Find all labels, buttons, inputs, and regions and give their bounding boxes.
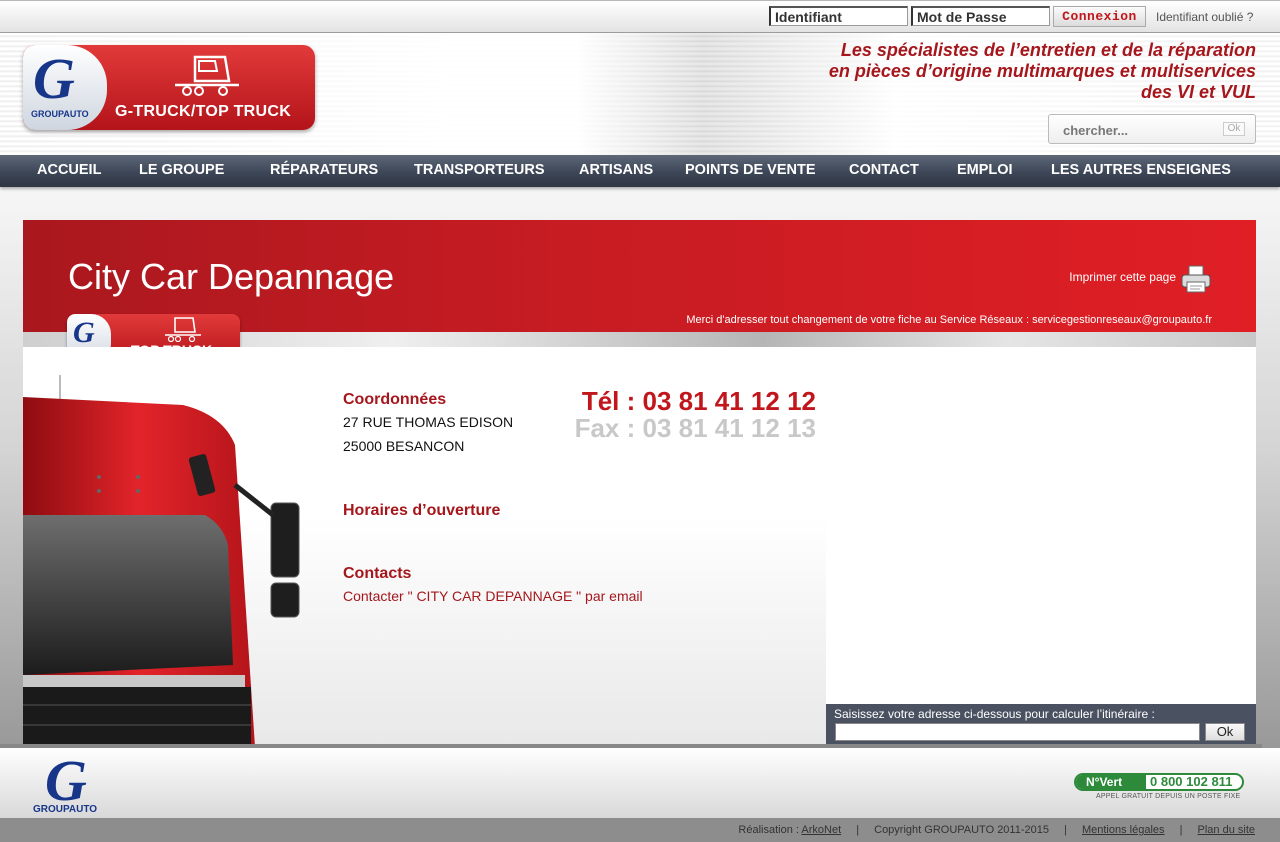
nvert-number: 0 800 102 811 <box>1150 774 1233 789</box>
nav-artisans[interactable]: ARTISANS <box>579 155 653 187</box>
copyright: Copyright GROUPAUTO 2011-2015 <box>874 824 1049 836</box>
nav-transporteurs[interactable]: TRANSPORTEURS <box>414 155 545 187</box>
fax-number: Fax : 03 81 41 12 13 <box>574 413 816 443</box>
coordonnees-title: Coordonnées <box>343 391 447 408</box>
route-ok-button[interactable]: Ok <box>1205 723 1245 741</box>
nav-accueil[interactable]: ACCUEIL <box>37 155 101 187</box>
logo-text: G-TRUCK/TOP TRUCK <box>115 103 292 120</box>
route-label: Saisissez votre adresse ci-dessous pour … <box>834 707 1155 721</box>
gtruck-logo[interactable]: G GROUPAUTO G-TRUCK/TOP TRUCK <box>23 45 315 130</box>
tagline: Les spécialistes de l’entretien et de la… <box>828 40 1256 102</box>
truck-icon <box>165 317 201 342</box>
search-box: Ok <box>1048 114 1256 144</box>
bottom-bar: Réalisation : ArkoNet | Copyright GROUPA… <box>0 818 1280 842</box>
print-label[interactable]: Imprimer cette page <box>1069 270 1176 284</box>
contacts-title: Contacts <box>343 565 412 582</box>
nvert-subtitle: APPEL GRATUIT DEPUIS UN POSTE FIXE <box>1096 793 1241 800</box>
login-bar: Connexion Identifiant oublié ? <box>0 0 1280 33</box>
route-form: Saisissez votre adresse ci-dessous pour … <box>826 704 1256 747</box>
page-title: City Car Depannage <box>68 256 395 297</box>
arkonet-link[interactable]: ArkoNet <box>801 824 841 836</box>
nav-contact[interactable]: CONTACT <box>849 155 919 187</box>
nav-autres-enseignes[interactable]: LES AUTRES ENSEIGNES <box>1051 155 1231 187</box>
footer: G GROUPAUTO N°Vert 0 800 102 811 APPEL G… <box>0 748 1280 818</box>
password-input[interactable] <box>911 6 1050 26</box>
truck-icon <box>175 55 239 96</box>
address-line1: 27 RUE THOMAS EDISON <box>343 414 514 430</box>
groupauto-g-icon: G <box>73 316 95 349</box>
search-ok-button[interactable]: Ok <box>1223 122 1245 136</box>
printer-icon[interactable] <box>1180 264 1212 294</box>
nav-le-groupe[interactable]: LE GROUPE <box>139 155 224 187</box>
credits: Réalisation : ArkoNet | Copyright GROUPA… <box>738 824 1255 836</box>
change-notice: Merci d'adresser tout changement de votr… <box>686 314 1212 326</box>
site-header: G GROUPAUTO G-TRUCK/TOP TRUCK Les spécia… <box>0 33 1280 155</box>
route-address-input[interactable] <box>835 723 1200 741</box>
numero-vert[interactable]: N°Vert 0 800 102 811 <box>1074 773 1244 791</box>
forgot-id-link[interactable]: Identifiant oublié ? <box>1156 10 1253 24</box>
mentions-legales-link[interactable]: Mentions légales <box>1082 824 1165 836</box>
username-input[interactable] <box>769 6 908 26</box>
groupauto-g-icon: G <box>33 46 75 111</box>
horaires-title: Horaires d’ouverture <box>343 502 501 519</box>
search-input[interactable] <box>1061 120 1215 140</box>
nav-emploi[interactable]: EMPLOI <box>957 155 1013 187</box>
nvert-label: N°Vert <box>1076 775 1146 789</box>
main-nav: ACCUEIL LE GROUPE RÉPARATEURS TRANSPORTE… <box>0 155 1280 187</box>
plan-du-site-link[interactable]: Plan du site <box>1198 824 1255 836</box>
footer-groupauto-logo[interactable]: G GROUPAUTO <box>33 748 113 817</box>
contact-email-link[interactable]: Contacter " CITY CAR DEPANNAGE " par ema… <box>343 588 643 604</box>
nav-reparateurs[interactable]: RÉPARATEURS <box>270 155 378 187</box>
footer-logo-text: GROUPAUTO <box>33 804 98 815</box>
address-line2: 25000 BESANCON <box>343 438 465 454</box>
nav-points-de-vente[interactable]: POINTS DE VENTE <box>685 155 816 187</box>
login-button[interactable]: Connexion <box>1053 6 1146 27</box>
map-area[interactable] <box>826 347 1256 704</box>
truck-illustration <box>23 375 300 747</box>
logo-groupauto-text: GROUPAUTO <box>31 109 89 119</box>
